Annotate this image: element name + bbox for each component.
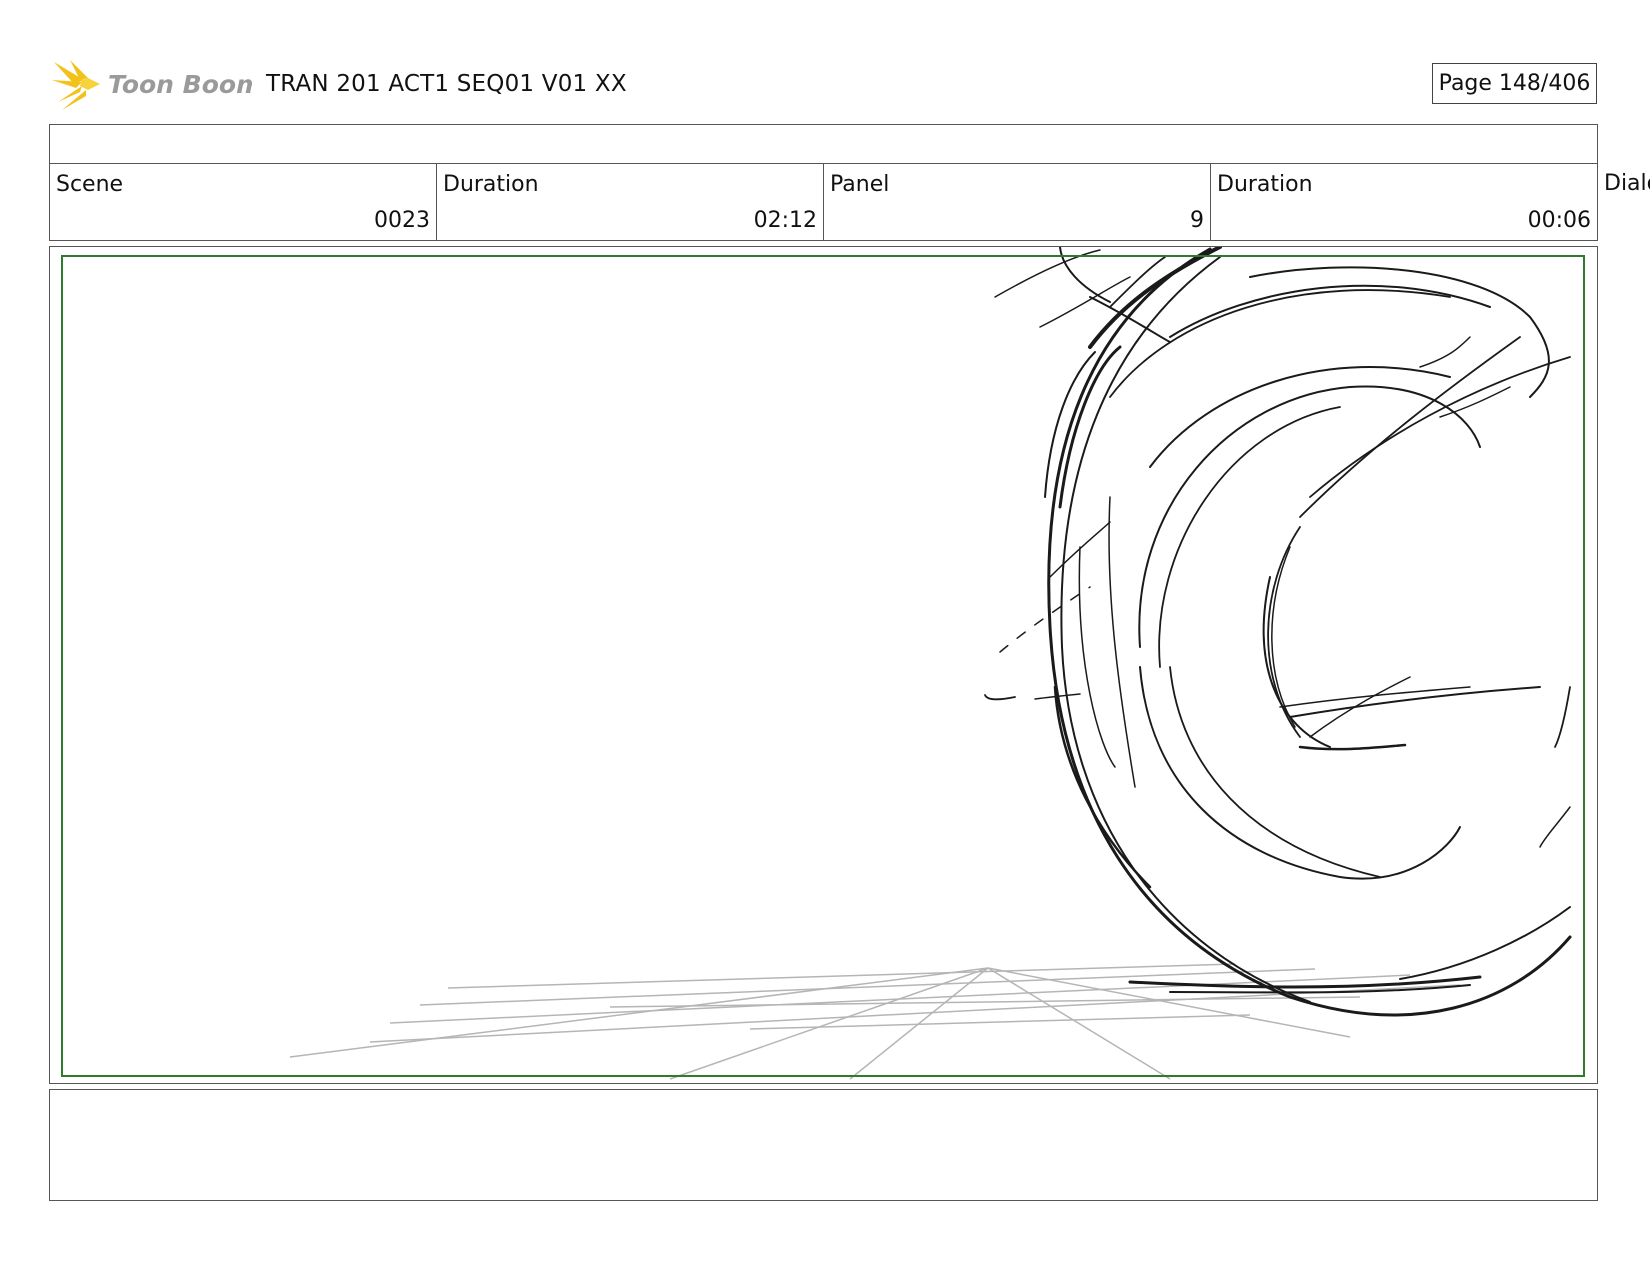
page-number-box: Page 148/406 [1432, 63, 1597, 104]
storyboard-panel [49, 246, 1598, 1084]
scene-duration-label: Duration [443, 172, 539, 197]
safe-area-frame [61, 255, 1585, 1077]
panel-duration-label: Duration [1217, 172, 1313, 197]
toon-boom-logo: Toon Boom [52, 58, 252, 112]
logo-text: Toon Boom [108, 70, 252, 99]
document-title: TRAN 201 ACT1 SEQ01 V01 XX [266, 71, 627, 97]
panel-label: Panel [830, 172, 890, 197]
scene-cell: Scene 0023 [49, 163, 437, 241]
scene-duration-value: 02:12 [753, 208, 817, 233]
action-notes-box [49, 1089, 1598, 1201]
panel-duration-value: 00:06 [1527, 208, 1591, 233]
panel-value: 9 [1190, 208, 1204, 233]
panel-duration-cell: Duration 00:06 [1210, 163, 1598, 241]
starburst-icon [52, 60, 100, 110]
panel-cell: Panel 9 [823, 163, 1211, 241]
scene-value: 0023 [374, 208, 430, 233]
scene-duration-cell: Duration 02:12 [436, 163, 824, 241]
header-blank-bar [49, 124, 1598, 164]
dialog-label: Dialo [1604, 171, 1650, 196]
scene-label: Scene [56, 172, 124, 197]
